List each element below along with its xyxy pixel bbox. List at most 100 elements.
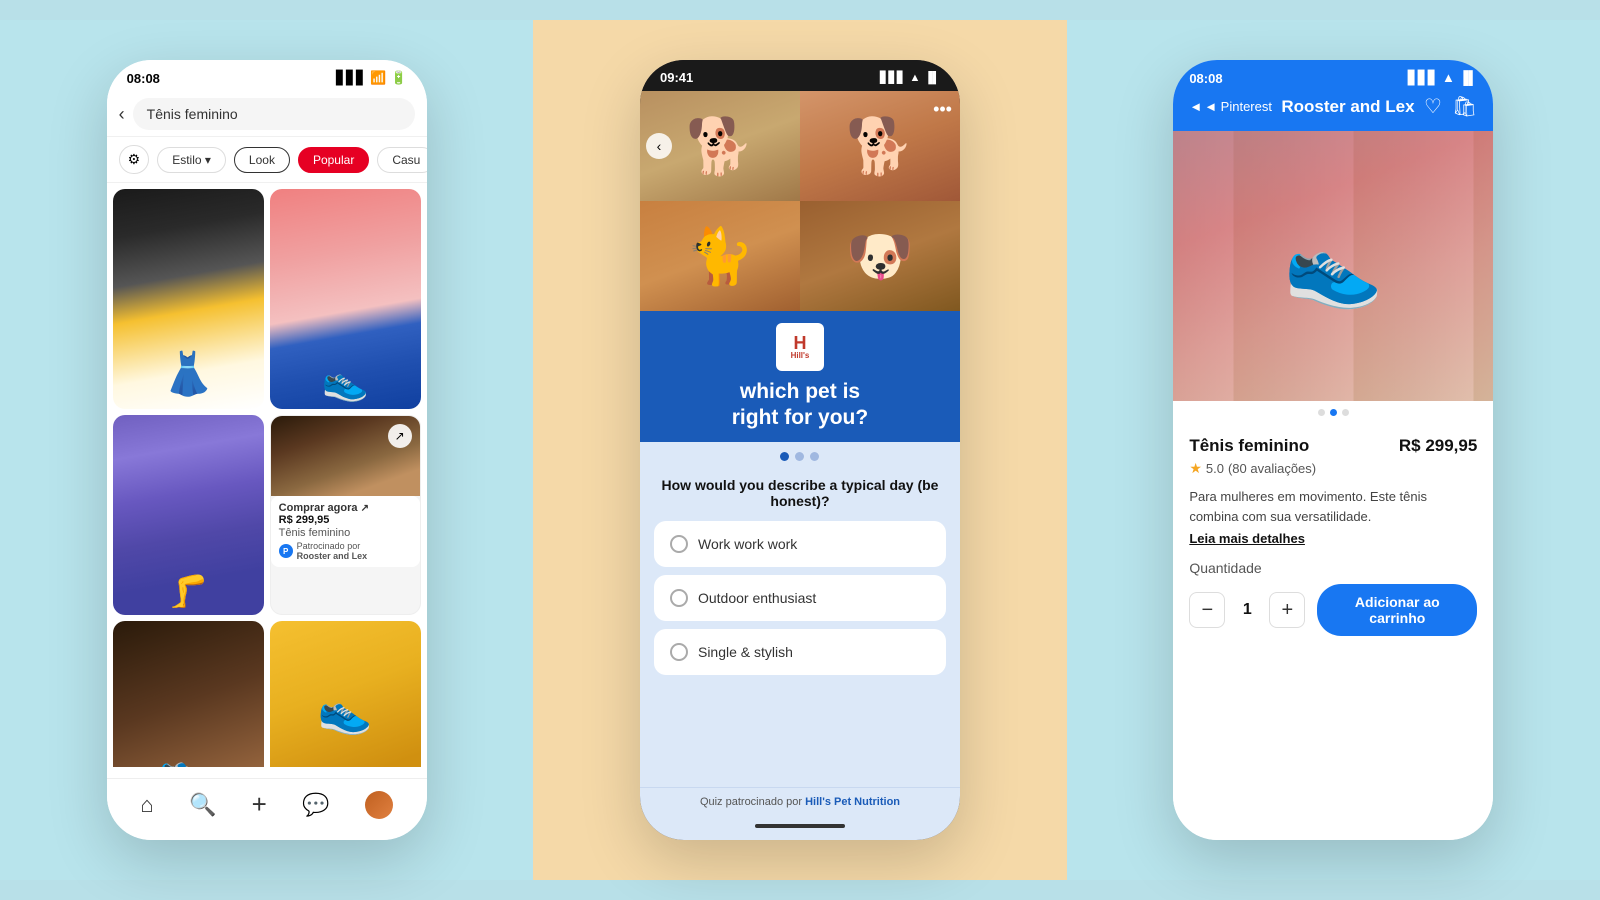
quantity-decrease[interactable]: − [1189,592,1225,628]
img-dot-3 [1342,409,1349,416]
image-dots [1173,401,1493,424]
product-title-row: Tênis feminino R$ 299,95 [1189,436,1477,456]
quiz-title: which pet is right for you? [656,379,944,432]
option-2-label: Outdoor enthusiast [698,590,816,606]
filter-casual[interactable]: Casu [377,147,426,173]
dot-1-active [780,452,789,461]
sponsored-title: Tênis feminino [279,527,412,539]
quantity-label: Quantidade [1189,560,1477,576]
nav-add[interactable]: + [252,789,267,820]
status-bar-left: 08:08 ▋▋▋ 📶 🔋 [107,60,427,92]
footer-text: Quiz patrocinado por [700,796,805,808]
pin-card-2[interactable]: 👟 [270,189,421,409]
sponsored-info: Comprar agora ↗ R$ 299,95 Tênis feminino… [271,496,420,567]
nav-search[interactable]: 🔍 [189,792,216,818]
battery-right: ▐▌ [1459,70,1477,86]
quantity-row: − 1 + Adicionar ao carrinho [1189,584,1477,636]
wifi-icon-center: ▲ [910,72,921,84]
read-more-link[interactable]: Leia mais detalhes [1189,531,1305,546]
time-left: 08:08 [127,71,160,86]
footer-sponsor: Hill's Pet Nutrition [805,796,900,808]
dot-3 [810,452,819,461]
sponsor-text: Patrocinado porRooster and Lex [297,541,368,561]
filter-popular[interactable]: Popular [298,147,369,173]
photo-cat: 🐈 [640,201,800,311]
heart-icon[interactable]: ♡ [1424,94,1442,119]
status-icons-right: ▋▋▋ ▲ ▐▌ [1408,70,1477,86]
pins-grid: 👗 👟 🦵 ↗ Comprar agora [107,183,427,767]
pin-card-1[interactable]: 👗 [113,189,264,409]
phone-right: 08:08 ▋▋▋ ▲ ▐▌ ◄ ◄ Pinterest Rooster and… [1173,60,1493,840]
more-icon[interactable]: ••• [933,99,952,120]
header-actions: ♡ 🛍 [1424,94,1477,119]
product-price: R$ 299,95 [1399,436,1477,456]
filter-look[interactable]: Look [234,147,290,173]
cat-emoji: 🐈 [686,224,754,289]
photo-nav-left[interactable]: ‹ [646,133,672,159]
bag-icon[interactable]: 🛍 [1452,94,1477,119]
quiz-dots [640,442,960,467]
right-header: ◄ ◄ Pinterest Rooster and Lex ♡ 🛍 [1173,86,1493,131]
rating-reviews: (80 avaliações) [1228,461,1316,476]
rating-value: 5.0 [1206,461,1224,476]
status-icons-left: ▋▋▋ 📶 🔋 [336,70,406,86]
status-bar-center: 09:41 ▋▋▋ ▲ ▐▌ [640,60,960,91]
buy-now-label: Comprar agora ↗ [279,502,412,514]
product-image-container: 👟 [1173,131,1493,401]
rating-row: ★ 5.0 (80 avaliações) [1189,460,1477,477]
quantity-section: Quantidade − 1 + Adicionar ao carrinho [1189,560,1477,636]
img-dot-2-active [1330,409,1337,416]
add-to-cart-button[interactable]: Adicionar ao carrinho [1317,584,1477,636]
option-1-label: Work work work [698,536,797,552]
quantity-increase[interactable]: + [1269,592,1305,628]
star-icon: ★ [1189,460,1202,477]
pin-card-3[interactable]: 🦵 [113,415,264,615]
sneaker-emoji: 👟 [1284,219,1384,313]
quiz-blue-section: H Hill's which pet is right for you? [640,311,960,442]
filter-icon-button[interactable]: ⚙ [119,145,150,174]
sponsored-by: P Patrocinado porRooster and Lex [279,541,412,561]
search-bar: ‹ Tênis feminino [107,92,427,137]
quiz-option-2[interactable]: Outdoor enthusiast [654,575,946,621]
back-pinterest[interactable]: ◄ ◄ Pinterest [1189,99,1272,114]
back-arrow-right: ◄ [1189,99,1202,114]
phone-center: 09:41 ▋▋▋ ▲ ▐▌ 🐕 ‹ 🐕 ••• 🐈 🐶 [640,60,960,840]
back-label: ◄ Pinterest [1204,99,1272,114]
hills-logo: H Hill's [776,323,824,371]
dog1-emoji: 🐕 [686,114,754,179]
filter-estilo[interactable]: Estilo ▾ [157,147,226,173]
nav-home[interactable]: ⌂ [140,792,153,818]
time-right: 08:08 [1189,71,1222,86]
photo-dog1: 🐕 ‹ [640,91,800,201]
radio-2 [670,589,688,607]
wifi-right: ▲ [1442,70,1455,86]
signal-right: ▋▋▋ [1408,70,1438,86]
battery-icon-left: 🔋 [390,70,406,86]
hills-text: Hill's [791,352,810,360]
pin-card-6[interactable]: 👟 [270,621,421,767]
quiz-option-3[interactable]: Single & stylish [654,629,946,675]
bottom-nav: ⌂ 🔍 + 💬 [107,778,427,840]
phone-left: 08:08 ▋▋▋ 📶 🔋 ‹ Tênis feminino ⚙ Estilo … [107,60,427,840]
right-panel: 08:08 ▋▋▋ ▲ ▐▌ ◄ ◄ Pinterest Rooster and… [1067,20,1600,880]
arrow-icon[interactable]: ↗ [388,424,412,448]
quiz-option-1[interactable]: Work work work [654,521,946,567]
home-indicator [640,816,960,840]
search-input[interactable]: Tênis feminino [133,98,415,130]
product-info: Tênis feminino R$ 299,95 ★ 5.0 (80 avali… [1173,424,1493,840]
wifi-icon-left: 📶 [370,70,386,86]
nav-chat[interactable]: 💬 [302,792,329,818]
pin-card-5[interactable]: 👟 [113,621,264,767]
option-3-label: Single & stylish [698,644,793,660]
quantity-value: 1 [1237,601,1257,619]
home-bar [755,824,845,828]
radio-3 [670,643,688,661]
quiz-photo-grid: 🐕 ‹ 🐕 ••• 🐈 🐶 [640,91,960,311]
img-dot-1 [1318,409,1325,416]
back-button[interactable]: ‹ [119,104,125,125]
center-panel: 09:41 ▋▋▋ ▲ ▐▌ 🐕 ‹ 🐕 ••• 🐈 🐶 [533,20,1066,880]
status-icons-center: ▋▋▋ ▲ ▐▌ [880,71,940,84]
nav-avatar[interactable] [365,791,393,819]
pin-card-sponsored[interactable]: ↗ Comprar agora ↗ R$ 299,95 Tênis femini… [270,415,421,615]
left-panel: 08:08 ▋▋▋ 📶 🔋 ‹ Tênis feminino ⚙ Estilo … [0,20,533,880]
